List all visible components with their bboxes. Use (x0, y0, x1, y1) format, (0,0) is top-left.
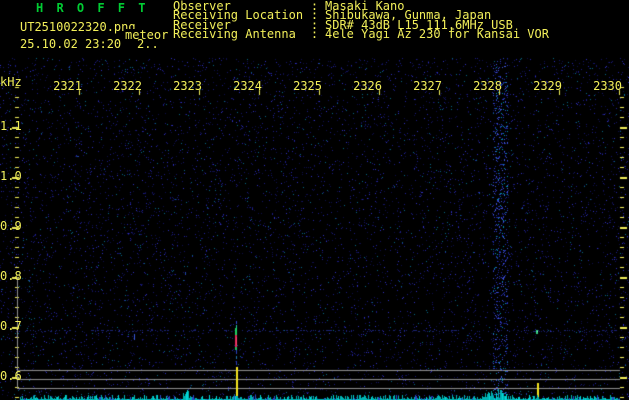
x-tick-label: 2326 (348, 80, 382, 92)
info-value: 4ele Yagi Az 230 for Kansai VOR (325, 30, 549, 39)
x-tick-label: 2322 (108, 80, 142, 92)
y-axis-unit-label: kHz (0, 76, 22, 88)
x-tick-label: 2329 (528, 80, 562, 92)
info-label: Receiving Antenna (173, 30, 304, 39)
x-tick-label: 2330 (588, 80, 622, 92)
x-tick-label: 2327 (408, 80, 442, 92)
y-tick-label: 0.8 (0, 270, 21, 282)
x-tick-label: 2323 (168, 80, 202, 92)
spectrogram-canvas (0, 0, 629, 400)
x-tick-label: 2328 (468, 80, 502, 92)
y-tick-label: 1.0 (0, 170, 21, 182)
app-title: H R O F F T (36, 2, 148, 14)
hrofft-screen: H R O F F T UT2510022320.png meteor 25.1… (0, 0, 629, 400)
y-tick-label: 0.9 (0, 220, 21, 232)
counter-label: 2.. (137, 38, 159, 50)
x-tick-label: 2321 (48, 80, 82, 92)
y-tick-label: 1.1 (0, 120, 21, 132)
filename-label: UT2510022320.png (20, 21, 136, 33)
y-tick-label: 0.7 (0, 320, 21, 332)
datetime-label: 25.10.02 23:20 (20, 38, 121, 50)
y-tick-label: 0.6 (0, 370, 21, 382)
x-tick-label: 2325 (288, 80, 322, 92)
info-row-antenna: Receiving Antenna:4ele Yagi Az 230 for K… (173, 30, 549, 39)
x-tick-label: 2324 (228, 80, 262, 92)
colon-separator: : (304, 30, 325, 39)
station-info: Observer:Masaki Kano Receiving Location:… (173, 2, 549, 40)
